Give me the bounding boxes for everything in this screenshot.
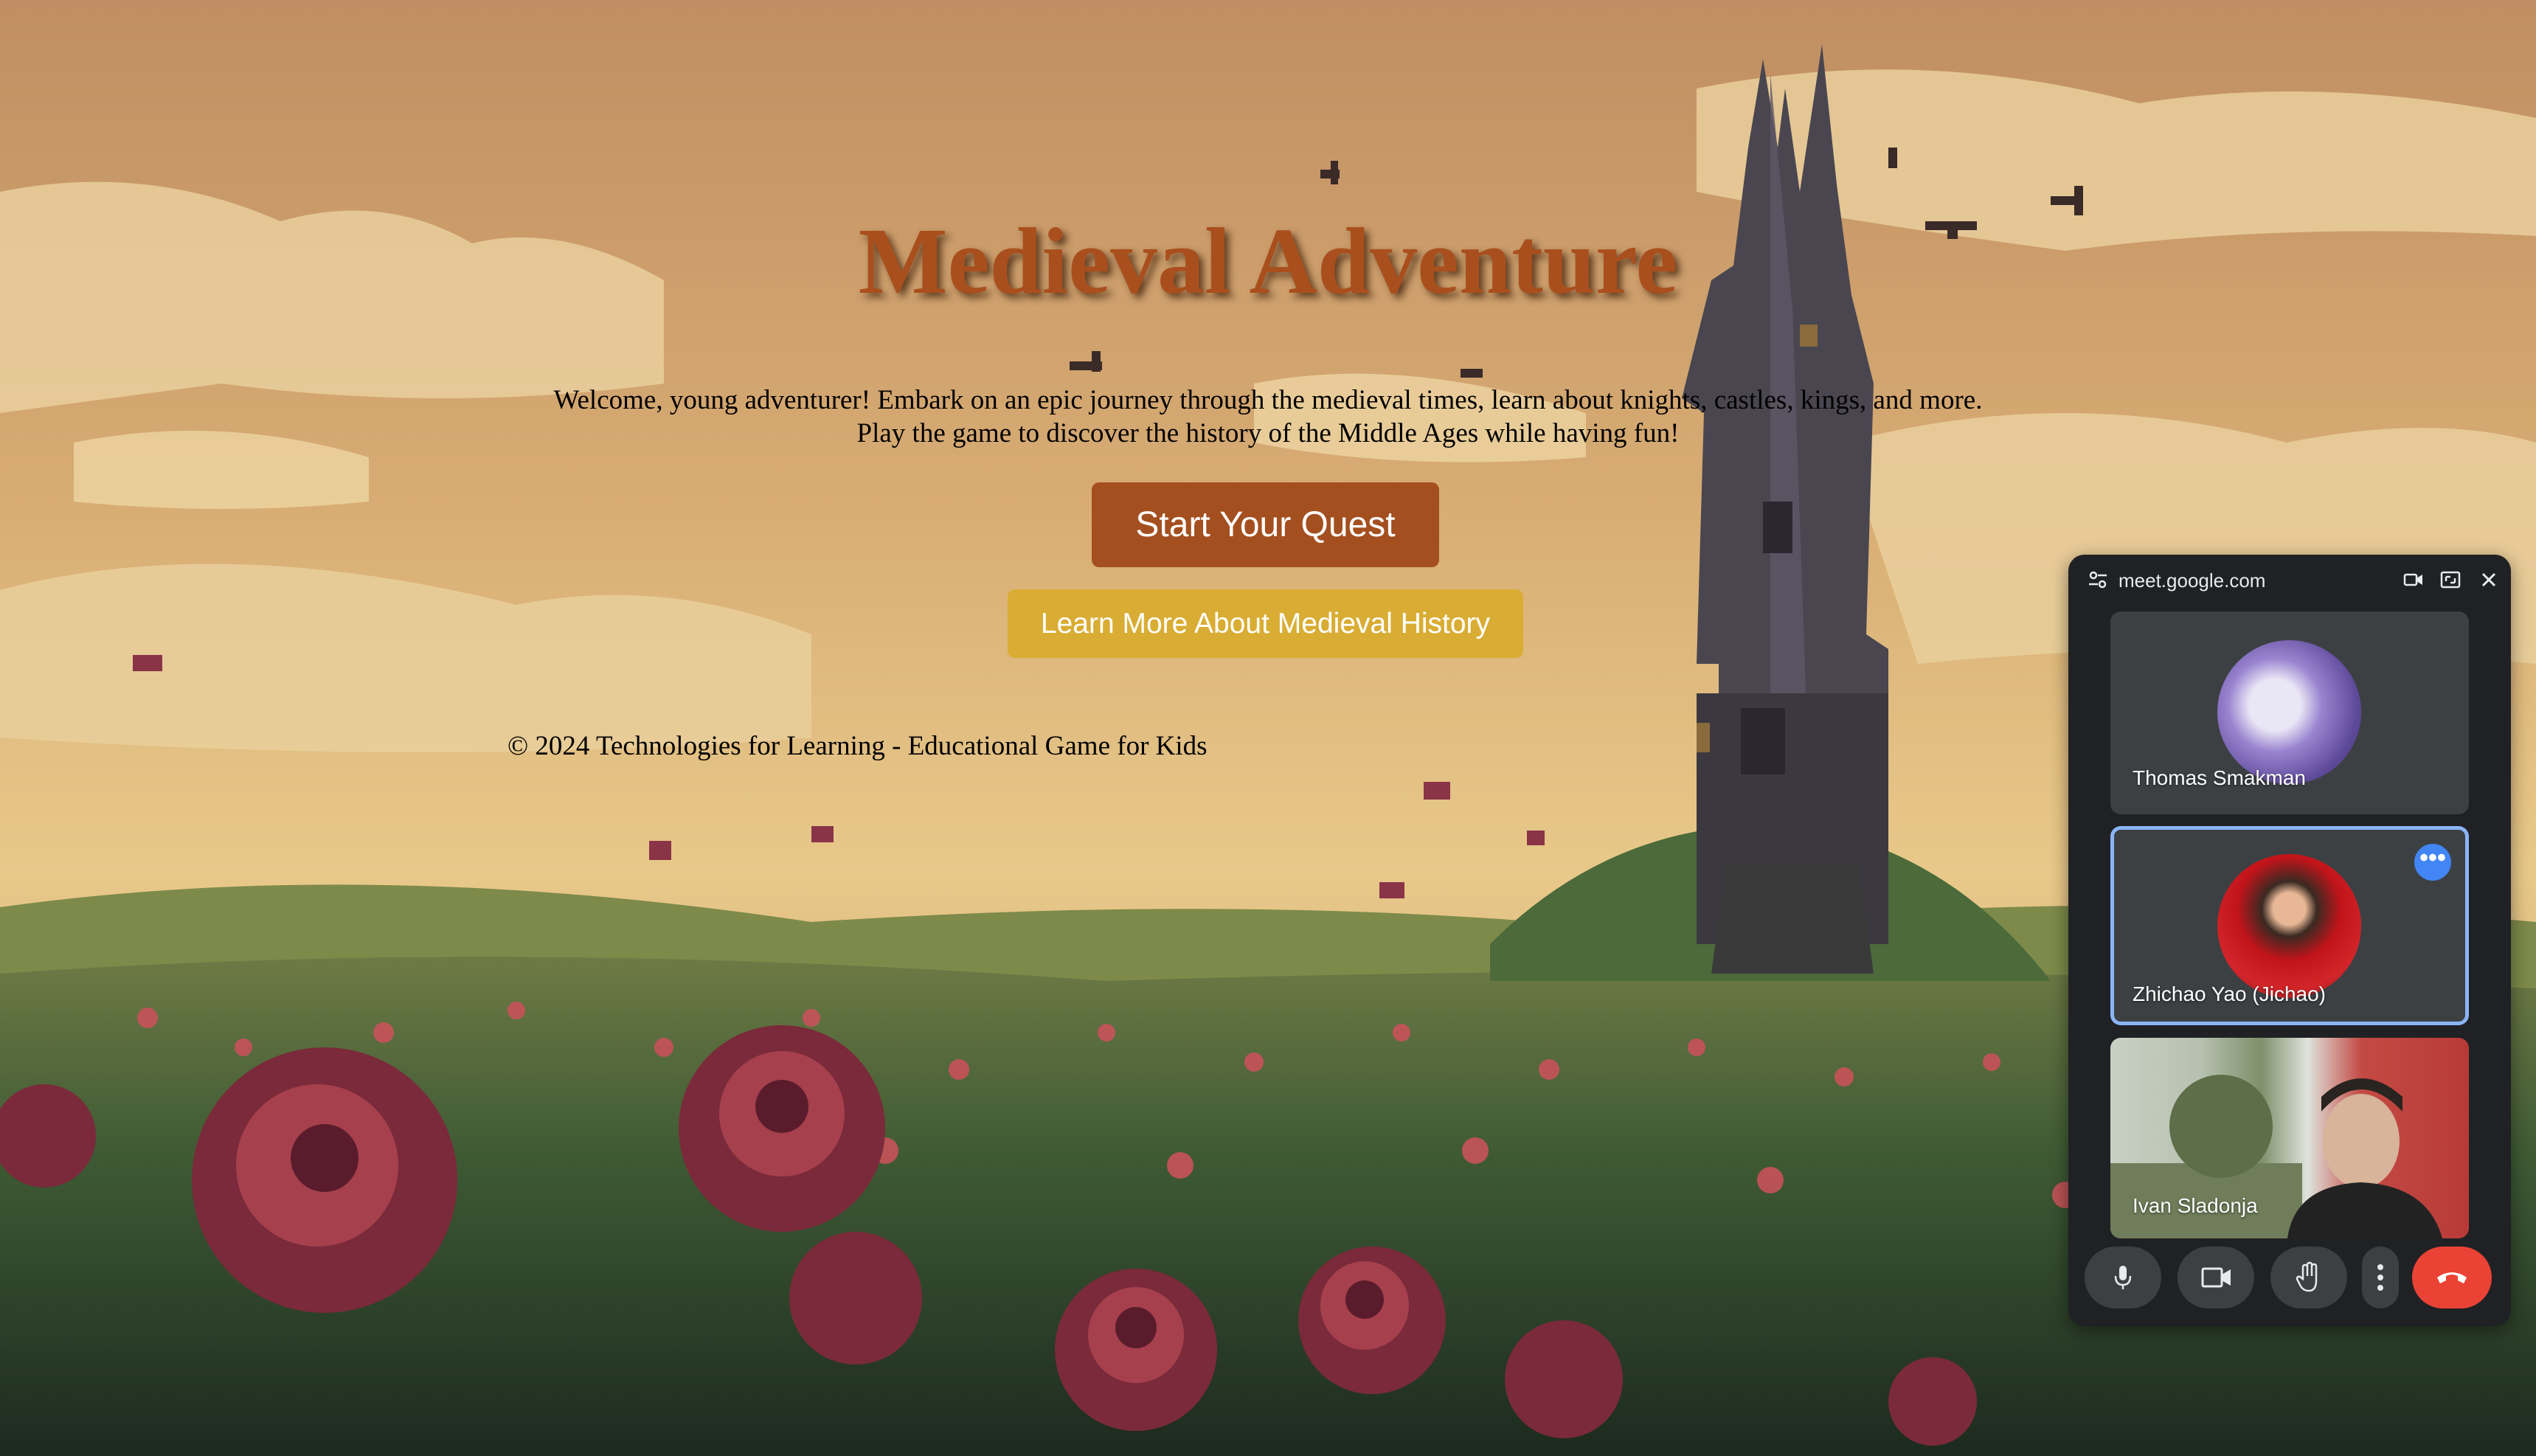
page-title: Medieval Adventure: [858, 209, 1678, 313]
mic-button[interactable]: [2085, 1247, 2161, 1308]
raise-hand-icon: [2296, 1261, 2318, 1292]
tune-icon[interactable]: [2086, 568, 2110, 592]
participant-name: Zhichao Yao (Jichao): [2133, 982, 2326, 1005]
intro-text: Welcome, young adventurer! Embark on an …: [0, 384, 2536, 450]
meet-pip-window: meet.google.com Thomas Smakman ••• Zhich…: [2068, 555, 2511, 1326]
raise-hand-button[interactable]: [2270, 1247, 2347, 1308]
intro-line-2: Play the game to discover the history of…: [856, 418, 1680, 448]
pip-site-label: meet.google.com: [2118, 569, 2266, 592]
more-vert-icon: [2377, 1264, 2383, 1291]
participant-name: Thomas Smakman: [2133, 766, 2306, 789]
start-quest-button[interactable]: Start Your Quest: [1092, 482, 1439, 567]
avatar: [2217, 640, 2361, 784]
participant-video-tile[interactable]: Ivan Sladonja: [2110, 1038, 2469, 1238]
learn-more-button[interactable]: Learn More About Medieval History: [1008, 589, 1523, 658]
more-options-button[interactable]: [2362, 1247, 2399, 1308]
footer-text: © 2024 Technologies for Learning - Educa…: [507, 731, 1208, 761]
end-call-icon: [2437, 1272, 2467, 1283]
participant-tile[interactable]: Thomas Smakman: [2110, 611, 2469, 814]
more-options-badge[interactable]: •••: [2414, 844, 2451, 881]
video-button[interactable]: [2178, 1247, 2254, 1308]
expand-icon[interactable]: [2439, 568, 2462, 592]
participant-tile-active[interactable]: ••• Zhichao Yao (Jichao): [2110, 826, 2469, 1025]
camera-icon[interactable]: [2402, 568, 2425, 592]
participant-name: Ivan Sladonja: [2133, 1194, 2258, 1217]
avatar: [2217, 854, 2361, 998]
video-icon: [2201, 1267, 2231, 1288]
mic-icon: [2114, 1266, 2132, 1289]
intro-line-1: Welcome, young adventurer! Embark on an …: [553, 385, 1983, 415]
close-icon[interactable]: [2477, 568, 2501, 592]
pip-titlebar: meet.google.com: [2068, 555, 2511, 603]
end-call-button[interactable]: [2412, 1247, 2492, 1308]
